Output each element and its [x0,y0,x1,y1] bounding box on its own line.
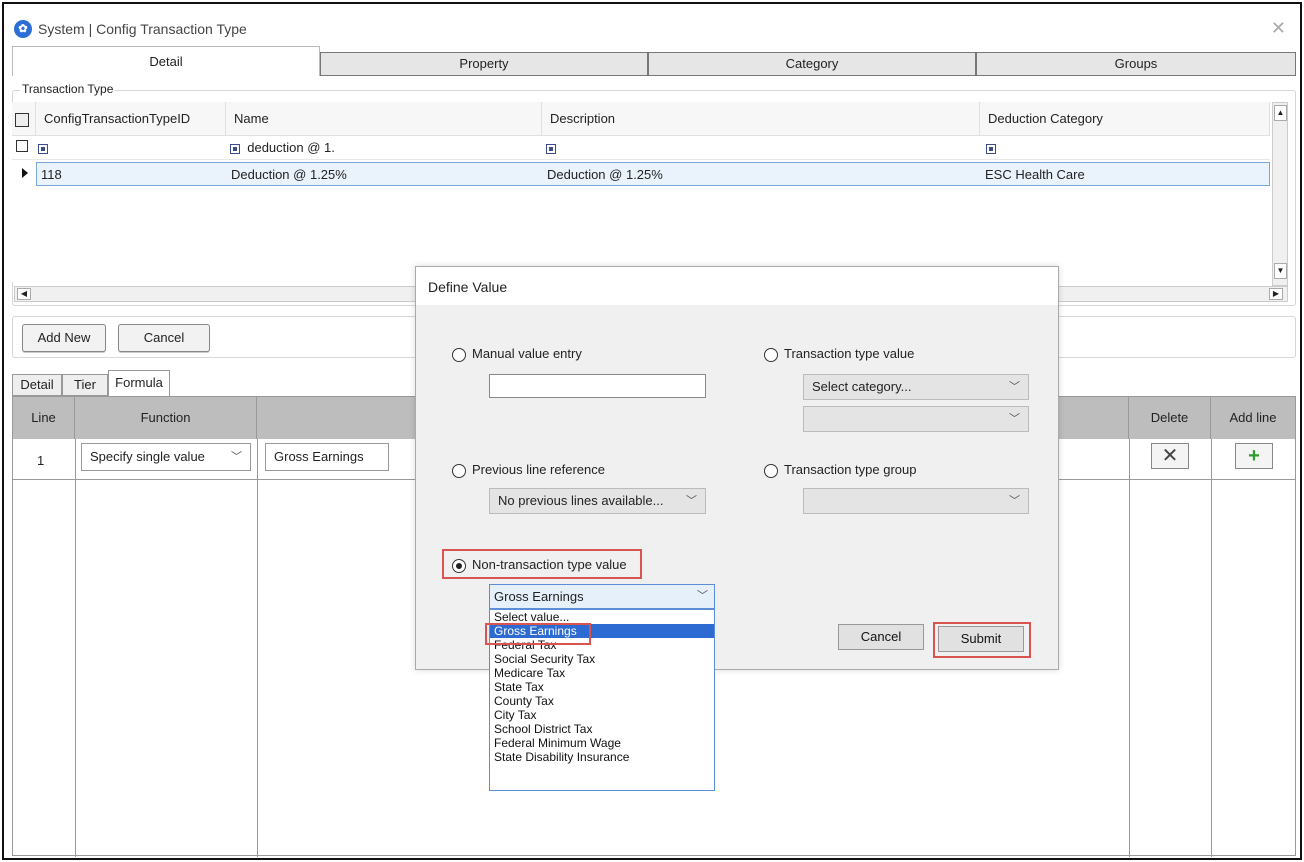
close-icon[interactable]: ✕ [1271,18,1286,39]
chevron-down-icon: ﹀ [1009,381,1020,393]
highlight-gross-earnings [485,623,591,645]
dropdown-option[interactable]: State Disability Insurance [490,750,714,764]
manual-value-input[interactable] [489,374,706,398]
previous-line-label: Previous line reference [472,462,605,477]
chevron-down-icon: ﹀ [1009,495,1020,507]
previous-line-select[interactable]: No previous lines available... ﹀ [489,488,706,514]
transaction-type-group-label: Transaction type group [784,462,917,477]
subtab-tier[interactable]: Tier [62,374,108,396]
subtab-detail[interactable]: Detail [12,374,62,396]
formula-function-select[interactable]: Specify single value ﹀ [81,443,251,471]
cancel-button[interactable]: Cancel [118,324,210,352]
radio-icon [452,463,466,478]
transaction-category-select[interactable]: Select category... ﹀ [803,374,1029,400]
transaction-type-grid: ConfigTransactionTypeID Name Description… [12,102,1270,282]
column-header-deduction-category[interactable]: Deduction Category [980,102,1270,136]
non-transaction-value-select[interactable]: Gross Earnings ﹀ [489,584,715,609]
window-title: System | Config Transaction Type [38,21,247,37]
dropdown-option[interactable]: City Tax [490,708,714,722]
dropdown-option[interactable]: Medicare Tax [490,666,714,680]
cell-name: Deduction @ 1.25% [231,167,347,182]
scroll-right-icon[interactable]: ▶ [1269,288,1283,300]
transaction-group-select[interactable]: ﹀ [803,488,1029,514]
subtab-formula[interactable]: Formula [108,370,170,396]
formula-header-delete: Delete [1129,397,1211,439]
formula-function-value: Specify single value [90,449,205,464]
transaction-category-value: Select category... [812,379,912,394]
non-transaction-selected-value: Gross Earnings [494,589,584,604]
radio-icon [764,463,778,478]
filter-description-icon[interactable] [546,140,556,155]
dropdown-option[interactable]: State Tax [490,680,714,694]
table-row[interactable]: 118 Deduction @ 1.25% Deduction @ 1.25% … [36,162,1270,186]
close-icon: ✕ [1161,445,1179,467]
scroll-down-icon[interactable]: ▼ [1274,263,1287,279]
dialog-title: Define Value [428,279,508,295]
radio-icon [452,347,466,362]
cell-category: ESC Health Care [985,167,1085,182]
radio-selected-icon [452,558,466,573]
tab-groups[interactable]: Groups [976,52,1296,76]
transaction-type-value-label: Transaction type value [784,346,915,361]
delete-line-button[interactable]: ✕ [1151,443,1189,469]
cell-id: 118 [41,167,62,182]
column-header-id[interactable]: ConfigTransactionTypeID [36,102,226,136]
formula-value-text: Gross Earnings [274,449,364,464]
dialog-cancel-button[interactable]: Cancel [838,624,924,650]
formula-header-add-line: Add line [1211,397,1295,439]
previous-line-radio[interactable]: Previous line reference [452,462,605,478]
previous-line-value: No previous lines available... [498,493,664,508]
column-header-name[interactable]: Name [226,102,542,136]
app-logo-icon: ✿ [14,20,32,38]
filter-name-value: deduction @ 1. [247,140,335,155]
transaction-type-value-radio[interactable]: Transaction type value [764,346,914,362]
transaction-type-select[interactable]: ﹀ [803,406,1029,432]
manual-value-label: Manual value entry [472,346,582,361]
non-transaction-radio[interactable]: Non-transaction type value [452,557,627,573]
top-tab-strip: Detail Property Category Groups [12,46,1296,76]
formula-line-number: 1 [37,453,45,468]
radio-icon [764,347,778,362]
formula-header-function: Function [75,397,257,439]
grid-header: ConfigTransactionTypeID Name Description… [12,102,1270,136]
scroll-left-icon[interactable]: ◀ [17,288,31,300]
plus-icon: + [1248,445,1260,467]
chevron-down-icon: ﹀ [1009,413,1020,425]
dialog-submit-button[interactable]: Submit [938,626,1024,652]
transaction-type-group-radio[interactable]: Transaction type group [764,462,916,478]
current-row-indicator-icon [22,168,28,178]
grid-vertical-scrollbar[interactable]: ▲ ▼ [1272,102,1288,286]
transaction-type-group-label: Transaction Type [20,82,116,96]
dropdown-option[interactable]: Social Security Tax [490,652,714,666]
manual-value-radio[interactable]: Manual value entry [452,346,582,362]
formula-header-line: Line [13,397,75,439]
scroll-up-icon[interactable]: ▲ [1274,105,1287,121]
filter-clear-icon[interactable] [16,140,28,155]
filter-category-icon[interactable] [986,140,996,155]
filter-name[interactable]: deduction @ 1. [230,140,335,155]
chevron-down-icon: ﹀ [697,590,708,602]
chevron-down-icon: ﹀ [231,451,242,463]
formula-value-field[interactable]: Gross Earnings [265,443,389,471]
column-header-description[interactable]: Description [542,102,980,136]
add-line-button[interactable]: + [1235,443,1273,469]
cell-description: Deduction @ 1.25% [547,167,663,182]
tab-detail[interactable]: Detail [12,46,320,76]
filter-name-icon [230,143,240,154]
tab-category[interactable]: Category [648,52,976,76]
non-transaction-label: Non-transaction type value [472,557,627,572]
chevron-down-icon: ﹀ [686,495,697,507]
filter-id-icon[interactable] [38,140,48,155]
filter-row: deduction @ 1. [12,136,1270,160]
add-new-button[interactable]: Add New [22,324,106,352]
title-bar: ✿ System | Config Transaction Type ✕ [4,4,1300,46]
dropdown-option[interactable]: Select value... [490,610,714,624]
dropdown-option[interactable]: Federal Minimum Wage [490,736,714,750]
dropdown-option[interactable]: School District Tax [490,722,714,736]
dropdown-option[interactable]: County Tax [490,694,714,708]
tab-property[interactable]: Property [320,52,648,76]
column-chooser-icon[interactable] [12,102,36,136]
